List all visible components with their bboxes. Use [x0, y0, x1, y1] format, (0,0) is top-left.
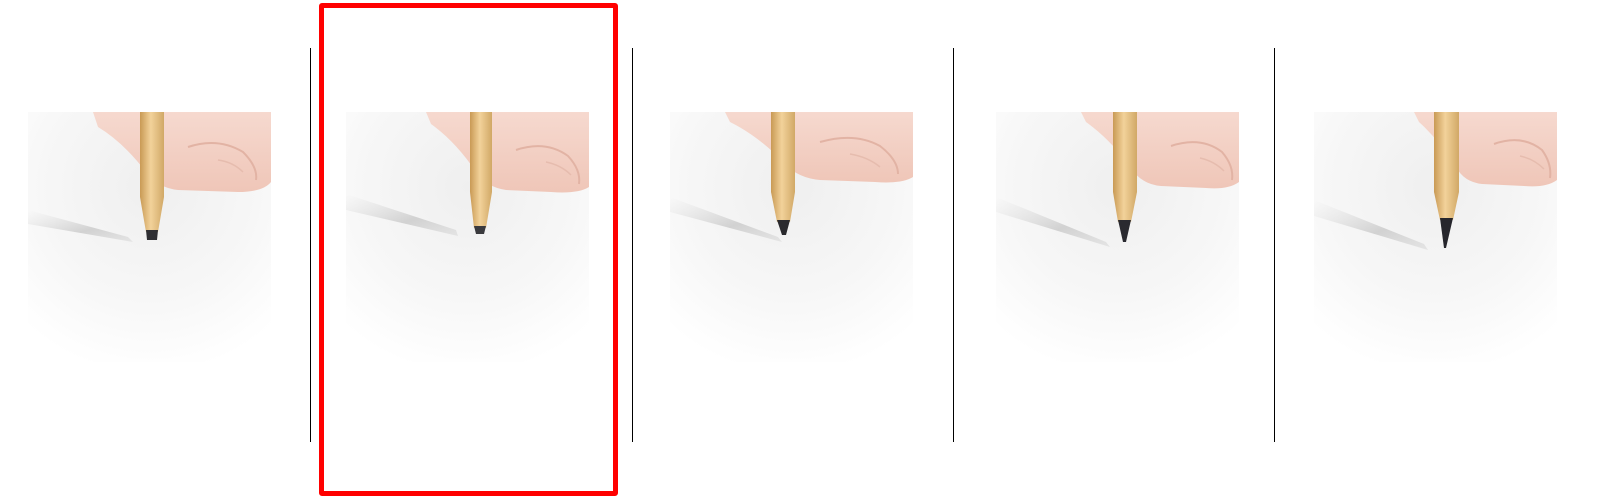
column-divider [1274, 48, 1275, 442]
pencil-photo-icon [1314, 112, 1557, 362]
pencil-photo-icon [996, 112, 1239, 362]
pencil-photo-icon [670, 112, 913, 362]
pencil-option-4[interactable] [960, 0, 1280, 500]
pencil-option-1[interactable] [0, 0, 320, 500]
column-divider [310, 48, 311, 442]
column-divider [632, 48, 633, 442]
pencil-option-5[interactable] [1280, 0, 1600, 500]
pencil-photo-icon [346, 112, 589, 362]
column-divider [953, 48, 954, 442]
pencil-option-3[interactable] [640, 0, 960, 500]
pencil-photo-icon [28, 112, 271, 362]
pencil-option-2[interactable] [320, 0, 640, 500]
